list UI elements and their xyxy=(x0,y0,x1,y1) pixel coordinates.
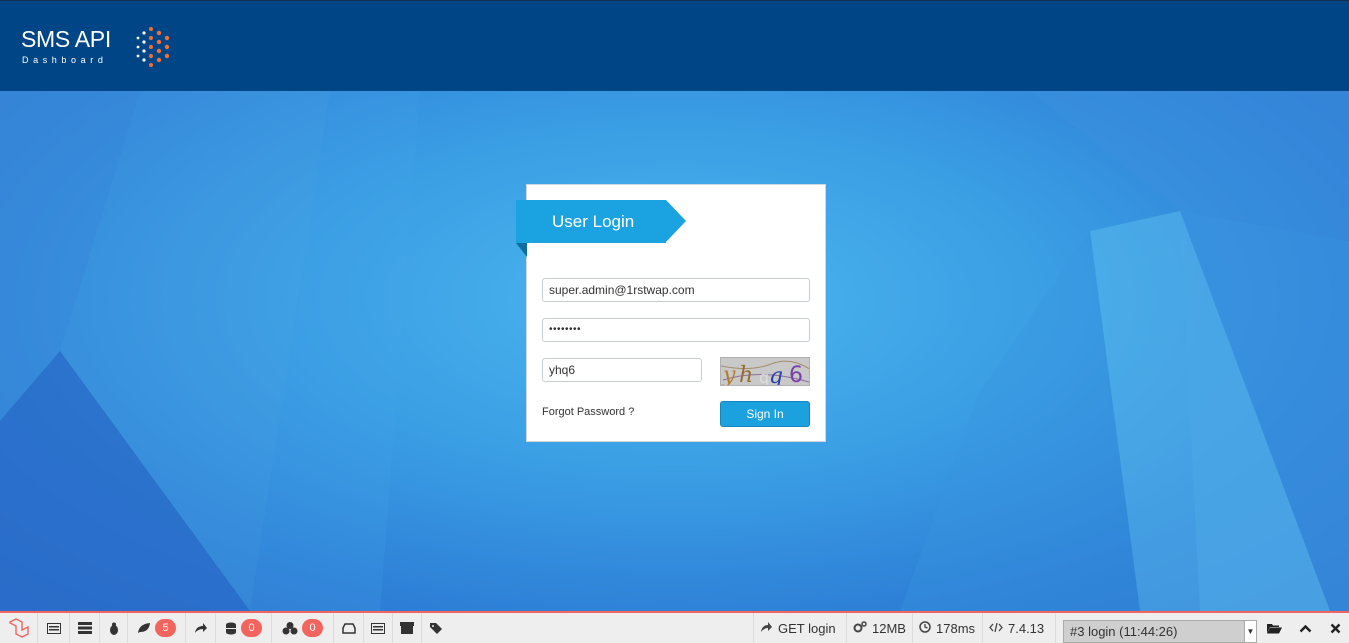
code-icon xyxy=(989,621,1003,636)
ribbon-fold xyxy=(516,243,527,257)
request-duration: 178ms xyxy=(912,613,982,643)
queries-count-badge: 0 xyxy=(241,619,262,637)
route-share-icon[interactable] xyxy=(186,613,216,643)
clock-icon xyxy=(919,620,931,636)
database-icon xyxy=(226,622,237,634)
svg-text:q: q xyxy=(759,368,769,386)
app-subtitle: Dashboard xyxy=(22,55,108,65)
queries-tab[interactable]: 0 xyxy=(216,613,272,643)
svg-text:6: 6 xyxy=(789,363,803,386)
password-field[interactable]: •••••••• xyxy=(542,318,810,342)
session-archive-icon[interactable] xyxy=(393,613,422,643)
logo-dots-icon xyxy=(136,27,170,67)
svg-text:h: h xyxy=(739,363,753,386)
request-method-route: GET login xyxy=(778,620,836,636)
top-header: SMS API Dashboard xyxy=(0,0,1349,91)
php-version: 7.4.13 xyxy=(982,613,1056,643)
open-folder-icon[interactable] xyxy=(1259,613,1289,643)
sign-in-button[interactable]: Sign In xyxy=(720,401,810,427)
messages-tab-icon[interactable] xyxy=(38,613,70,643)
captcha-input[interactable]: yhq6 xyxy=(542,358,702,382)
memory-value: 12MB xyxy=(872,620,906,636)
models-tab[interactable]: 0 xyxy=(272,613,334,643)
share-arrow-icon xyxy=(760,621,773,636)
minimize-chevron-up-icon[interactable] xyxy=(1290,613,1320,643)
captcha-image: y h q q 6 xyxy=(720,357,810,386)
close-icon[interactable] xyxy=(1320,613,1349,643)
views-tab[interactable]: 5 xyxy=(128,613,186,643)
debug-bar: 5 0 0 GET login 12MB 178ms 7.4.13 #3 log… xyxy=(0,611,1349,643)
request-route-info: GET login xyxy=(753,613,846,643)
duration-value: 178ms xyxy=(936,620,976,636)
tags-icon[interactable] xyxy=(422,613,452,643)
svg-text:y: y xyxy=(722,363,736,386)
request-history-select[interactable]: #3 login (11:44:26) ▼ xyxy=(1063,620,1257,643)
cubes-icon xyxy=(282,621,298,634)
views-count-badge: 5 xyxy=(155,619,176,637)
app-title: SMS API xyxy=(21,26,111,52)
chevron-down-icon: ▼ xyxy=(1244,621,1256,642)
login-heading: User Login xyxy=(516,200,686,243)
login-card: User Login super.admin@1rstwap.com •••••… xyxy=(516,184,826,442)
leaf-icon xyxy=(138,623,151,633)
email-field[interactable]: super.admin@1rstwap.com xyxy=(542,278,810,302)
request-tab-icon[interactable] xyxy=(364,613,393,643)
memory-usage: 12MB xyxy=(846,613,912,643)
cogs-icon xyxy=(853,620,867,636)
exceptions-bug-icon[interactable] xyxy=(100,613,128,643)
svg-text:q: q xyxy=(769,364,783,386)
app-logo[interactable]: SMS API Dashboard xyxy=(21,25,111,65)
timeline-tab-icon[interactable] xyxy=(70,613,100,643)
captcha-graphic: y h q q 6 xyxy=(721,360,809,386)
forgot-password-link[interactable]: Forgot Password ? xyxy=(542,406,634,418)
request-history-selected: #3 login (11:44:26) xyxy=(1070,624,1178,639)
mails-inbox-icon[interactable] xyxy=(334,613,364,643)
php-version-value: 7.4.13 xyxy=(1008,620,1045,636)
models-count-badge: 0 xyxy=(302,619,323,637)
laravel-logo-icon[interactable] xyxy=(0,613,38,643)
